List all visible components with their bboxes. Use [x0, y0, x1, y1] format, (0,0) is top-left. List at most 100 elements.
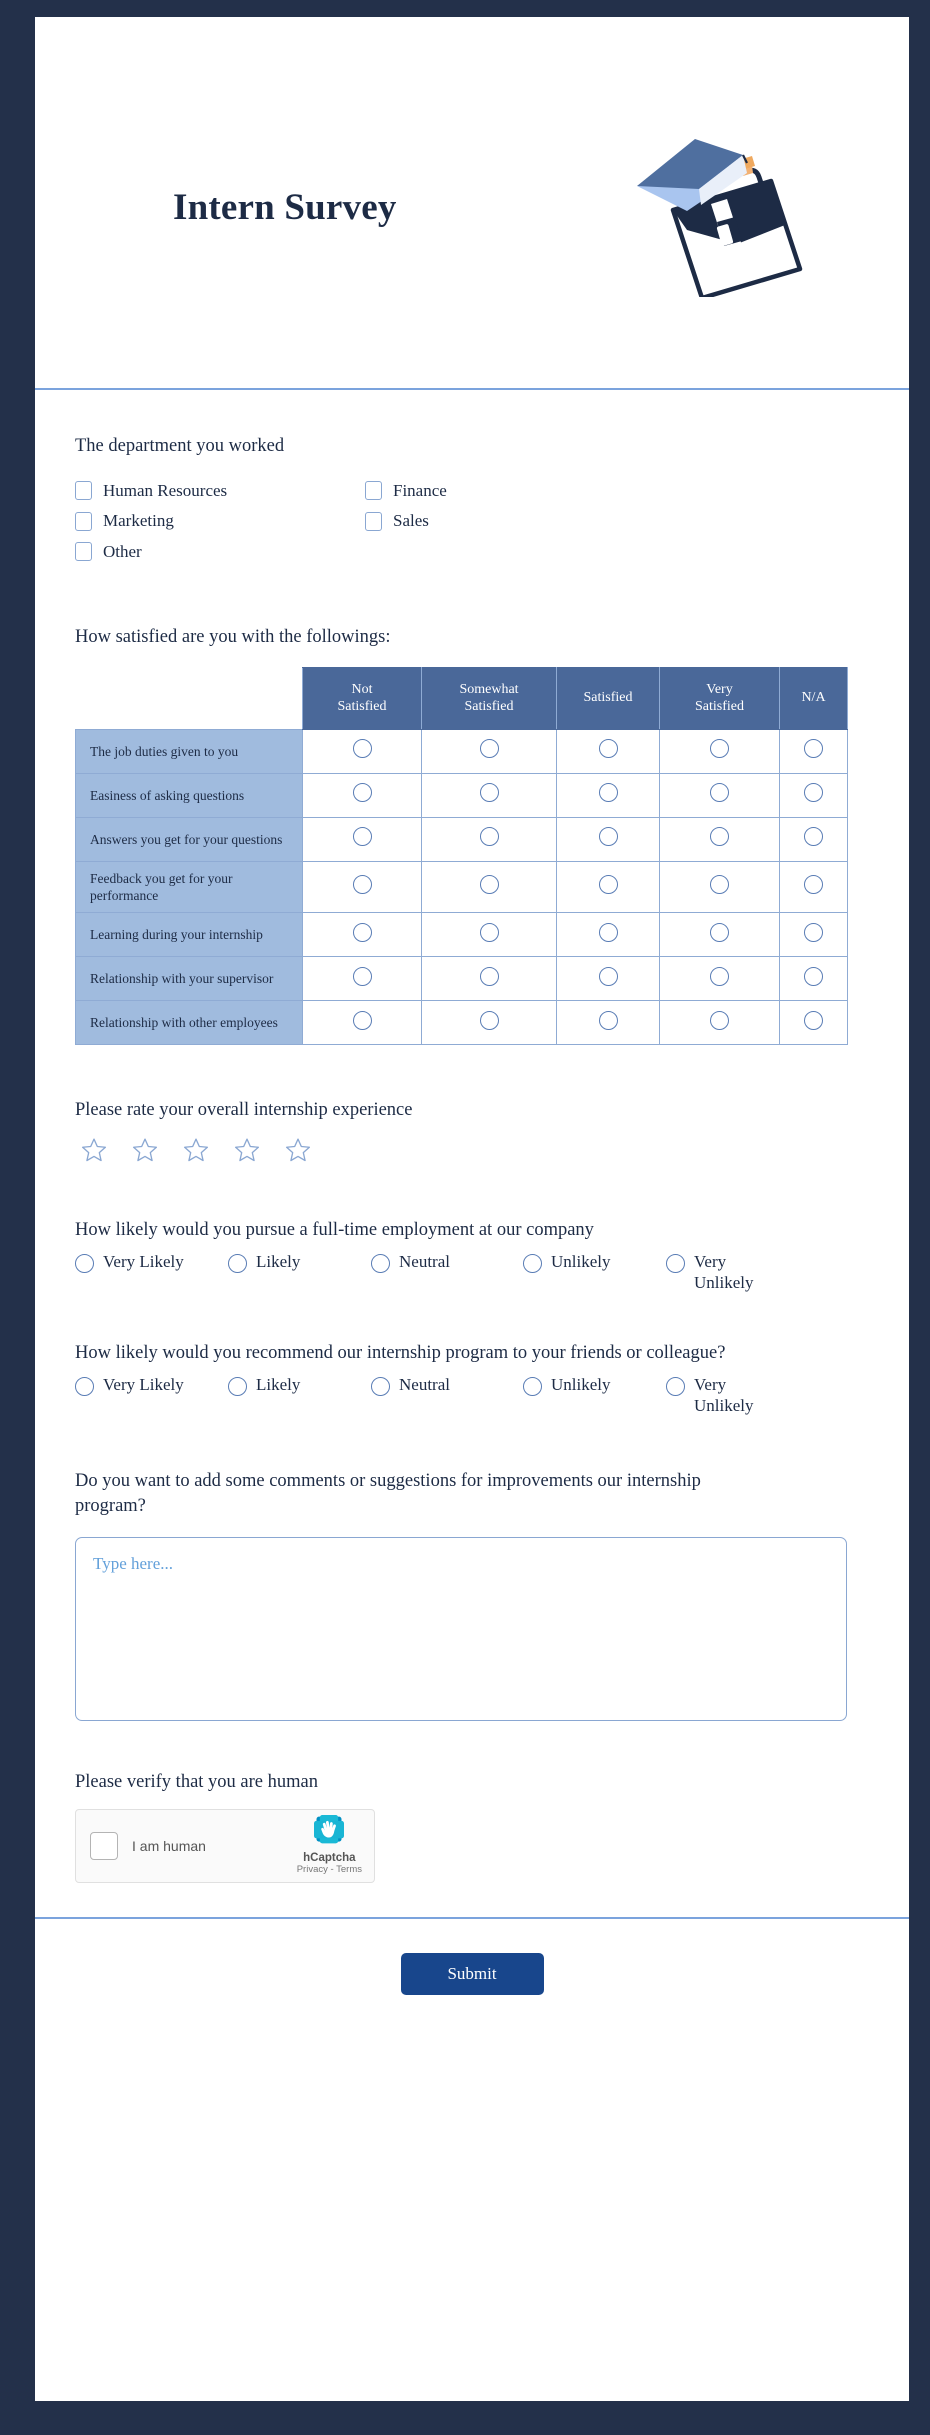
- hcaptcha-checkbox-group[interactable]: I am human: [90, 1831, 206, 1860]
- star-icon[interactable]: [181, 1136, 211, 1170]
- radio-icon[interactable]: [75, 1377, 94, 1397]
- radio-icon[interactable]: [75, 1254, 94, 1274]
- radio-option-very-unlikely[interactable]: Very Unlikely: [666, 1375, 776, 1416]
- matrix-radio-cell[interactable]: [302, 772, 422, 818]
- hcaptcha-widget[interactable]: I am human hCaptcha Privacy - Terms: [75, 1808, 375, 1883]
- radio-icon[interactable]: [479, 783, 499, 803]
- matrix-radio-cell[interactable]: [556, 956, 660, 1002]
- comments-textarea[interactable]: [75, 1537, 847, 1722]
- star-icon[interactable]: [232, 1136, 262, 1170]
- matrix-radio-cell[interactable]: [556, 728, 660, 774]
- radio-icon[interactable]: [710, 827, 729, 847]
- radio-icon[interactable]: [804, 922, 823, 942]
- radio-icon[interactable]: [710, 783, 729, 803]
- matrix-radio-cell[interactable]: [302, 728, 422, 774]
- radio-icon[interactable]: [523, 1254, 542, 1274]
- radio-icon[interactable]: [479, 966, 499, 986]
- radio-icon[interactable]: [352, 783, 372, 803]
- radio-icon[interactable]: [598, 874, 618, 894]
- radio-icon[interactable]: [228, 1377, 247, 1397]
- radio-icon[interactable]: [228, 1254, 247, 1274]
- radio-icon[interactable]: [666, 1254, 685, 1274]
- radio-option-very-likely[interactable]: Very Likely: [75, 1375, 228, 1397]
- radio-option-likely[interactable]: Likely: [228, 1375, 371, 1397]
- radio-icon[interactable]: [479, 827, 499, 847]
- matrix-radio-cell[interactable]: [659, 860, 780, 914]
- radio-icon[interactable]: [479, 1010, 499, 1030]
- radio-icon[interactable]: [479, 922, 499, 942]
- radio-icon[interactable]: [371, 1377, 390, 1397]
- radio-option-neutral[interactable]: Neutral: [371, 1375, 523, 1397]
- star-icon[interactable]: [79, 1136, 109, 1170]
- matrix-radio-cell[interactable]: [421, 1000, 557, 1046]
- radio-icon[interactable]: [352, 874, 372, 894]
- matrix-radio-cell[interactable]: [779, 912, 848, 958]
- radio-icon[interactable]: [710, 966, 729, 986]
- matrix-radio-cell[interactable]: [659, 912, 780, 958]
- radio-option-likely[interactable]: Likely: [228, 1252, 371, 1274]
- hcaptcha-terms-link[interactable]: Privacy - Terms: [297, 1864, 362, 1876]
- radio-icon[interactable]: [598, 1010, 618, 1030]
- matrix-radio-cell[interactable]: [302, 956, 422, 1002]
- matrix-radio-cell[interactable]: [659, 816, 780, 862]
- radio-icon[interactable]: [804, 874, 823, 894]
- matrix-radio-cell[interactable]: [421, 860, 557, 914]
- radio-icon[interactable]: [598, 827, 618, 847]
- checkbox-icon[interactable]: [365, 481, 382, 501]
- checkbox-icon[interactable]: [75, 481, 92, 501]
- radio-icon[interactable]: [479, 739, 499, 759]
- radio-icon[interactable]: [598, 966, 618, 986]
- matrix-radio-cell[interactable]: [302, 816, 422, 862]
- radio-icon[interactable]: [710, 1010, 729, 1030]
- checkbox-icon[interactable]: [365, 511, 382, 531]
- matrix-radio-cell[interactable]: [556, 1000, 660, 1046]
- radio-icon[interactable]: [352, 739, 372, 759]
- matrix-radio-cell[interactable]: [421, 816, 557, 862]
- radio-icon[interactable]: [598, 783, 618, 803]
- matrix-radio-cell[interactable]: [556, 816, 660, 862]
- radio-icon[interactable]: [710, 922, 729, 942]
- checkbox-option-finance[interactable]: Finance: [365, 476, 852, 507]
- radio-icon[interactable]: [598, 922, 618, 942]
- matrix-radio-cell[interactable]: [779, 772, 848, 818]
- checkbox-option-sales[interactable]: Sales: [365, 506, 852, 537]
- matrix-radio-cell[interactable]: [421, 956, 557, 1002]
- matrix-radio-cell[interactable]: [556, 860, 660, 914]
- radio-icon[interactable]: [352, 966, 372, 986]
- radio-icon[interactable]: [804, 739, 823, 759]
- radio-icon[interactable]: [804, 783, 823, 803]
- radio-icon[interactable]: [666, 1377, 685, 1397]
- matrix-radio-cell[interactable]: [779, 728, 848, 774]
- radio-icon[interactable]: [710, 739, 729, 759]
- radio-icon[interactable]: [352, 1010, 372, 1030]
- matrix-radio-cell[interactable]: [302, 912, 422, 958]
- checkbox-option-other[interactable]: Other: [75, 537, 365, 568]
- matrix-radio-cell[interactable]: [779, 956, 848, 1002]
- radio-option-unlikely[interactable]: Unlikely: [523, 1375, 666, 1397]
- radio-option-very-unlikely[interactable]: Very Unlikely: [666, 1252, 776, 1293]
- matrix-radio-cell[interactable]: [556, 772, 660, 818]
- checkbox-icon[interactable]: [75, 542, 92, 562]
- matrix-radio-cell[interactable]: [659, 728, 780, 774]
- radio-icon[interactable]: [371, 1254, 390, 1274]
- radio-icon[interactable]: [598, 739, 618, 759]
- radio-icon[interactable]: [523, 1377, 542, 1397]
- radio-icon[interactable]: [479, 874, 499, 894]
- radio-option-very-likely[interactable]: Very Likely: [75, 1252, 228, 1274]
- checkbox-icon[interactable]: [75, 511, 92, 531]
- matrix-radio-cell[interactable]: [421, 772, 557, 818]
- matrix-radio-cell[interactable]: [659, 772, 780, 818]
- matrix-radio-cell[interactable]: [659, 956, 780, 1002]
- star-icon[interactable]: [130, 1136, 160, 1170]
- matrix-radio-cell[interactable]: [302, 860, 422, 914]
- radio-icon[interactable]: [352, 827, 372, 847]
- star-icon[interactable]: [283, 1136, 313, 1170]
- submit-button[interactable]: Submit: [400, 1952, 544, 1995]
- matrix-radio-cell[interactable]: [659, 1000, 780, 1046]
- checkbox-option-marketing[interactable]: Marketing: [75, 506, 365, 537]
- matrix-radio-cell[interactable]: [779, 860, 848, 914]
- radio-icon[interactable]: [710, 874, 729, 894]
- radio-icon[interactable]: [804, 966, 823, 986]
- radio-option-neutral[interactable]: Neutral: [371, 1252, 523, 1274]
- matrix-radio-cell[interactable]: [779, 816, 848, 862]
